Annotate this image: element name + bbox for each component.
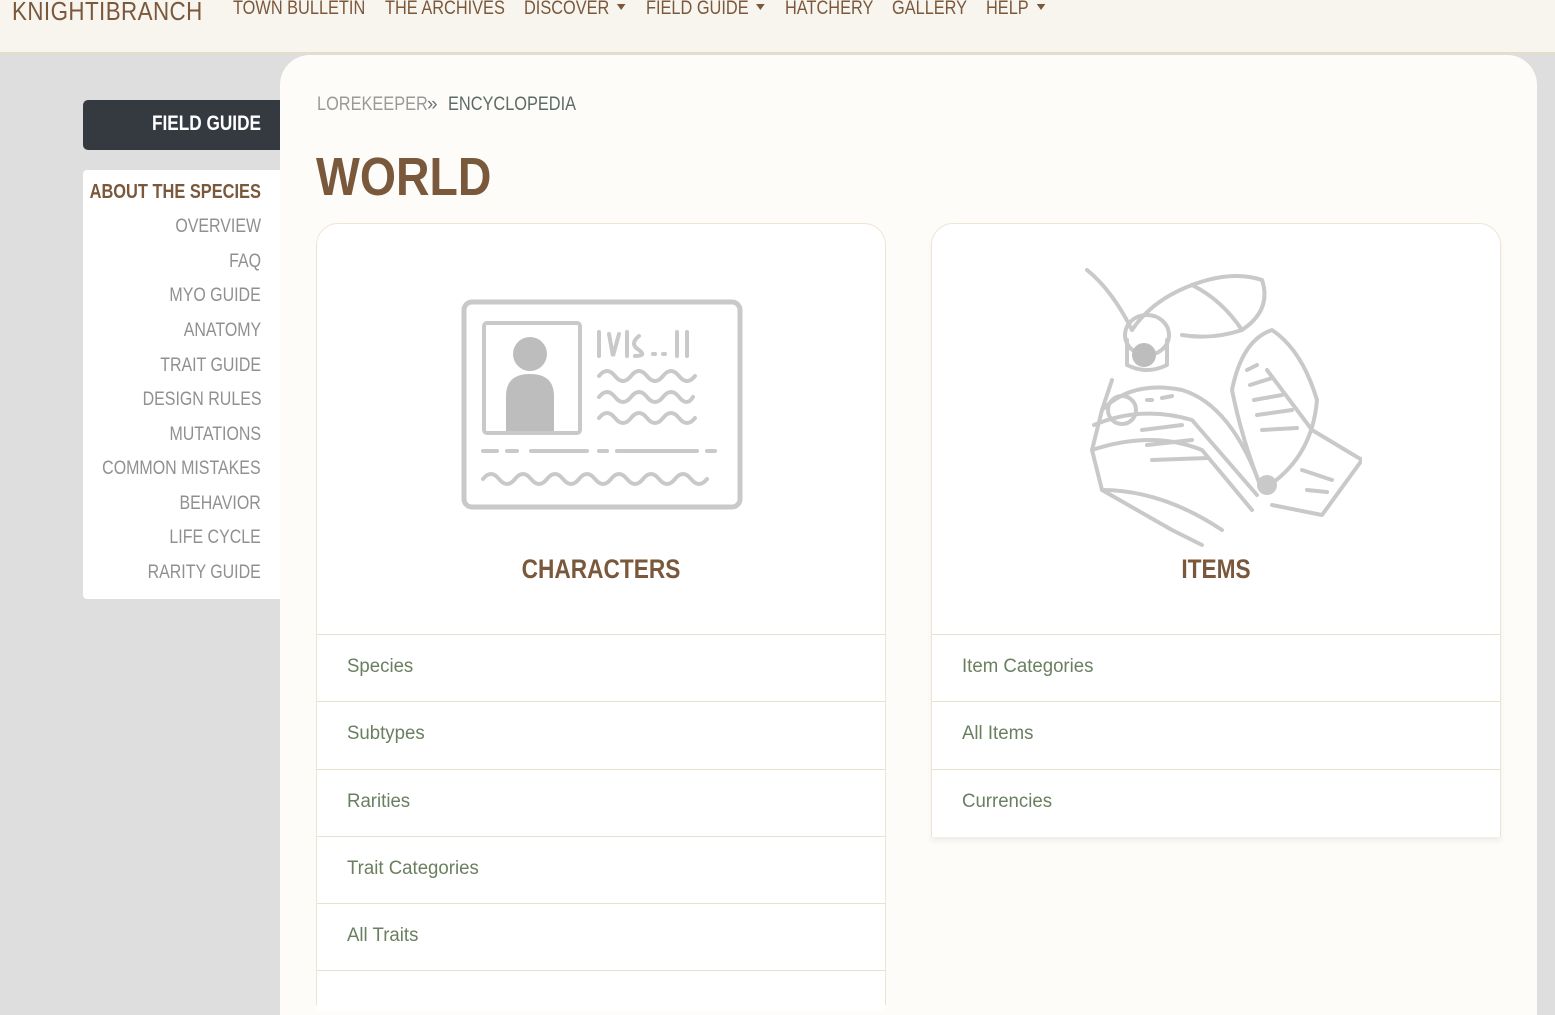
nav-help-dropdown[interactable]: HELP: [986, 0, 1046, 20]
sidebar-heading: FIELD GUIDE: [83, 100, 280, 150]
site-brand[interactable]: KNIGHTIBRANCH: [12, 0, 203, 27]
nav-town-bulletin[interactable]: TOWN BULLETIN: [233, 0, 365, 20]
sidebar-item-common-mistakes[interactable]: COMMON MISTAKES: [103, 458, 261, 480]
book-quill-icon: [1085, 268, 1362, 547]
sidebar-item-myo-guide[interactable]: MYO GUIDE: [170, 285, 261, 307]
breadcrumb-root-link[interactable]: LOREKEEPER: [317, 94, 428, 116]
sidebar-subheading: ABOUT THE SPECIES: [89, 181, 261, 203]
list-item-label: Item Categories: [962, 656, 1094, 677]
items-card-title: ITEMS: [1181, 554, 1251, 584]
sidebar-item-design-rules[interactable]: DESIGN RULES: [142, 389, 261, 411]
chevron-down-icon: [617, 4, 626, 10]
sidebar-item-behavior[interactable]: BEHAVIOR: [180, 493, 261, 515]
chevron-down-icon: [1036, 4, 1046, 10]
nav-hatchery[interactable]: HATCHERY: [785, 0, 873, 20]
list-item-label: Rarities: [347, 791, 411, 812]
sidebar-heading-label: FIELD GUIDE: [151, 112, 261, 135]
page-title: WORLD: [316, 147, 492, 207]
nav-the-archives[interactable]: THE ARCHIVES: [385, 0, 505, 20]
characters-card: CHARACTERS Species Subtypes Rarities Tra…: [316, 223, 886, 1011]
list-item-label: Trait Categories: [347, 858, 479, 879]
list-item-item-categories[interactable]: Item Categories: [932, 634, 1500, 702]
top-navbar: KNIGHTIBRANCH TOWN BULLETIN THE ARCHIVES…: [0, 0, 1555, 54]
list-item-species[interactable]: Species: [317, 634, 885, 702]
characters-card-title: CHARACTERS: [521, 554, 681, 584]
nav-discover-dropdown[interactable]: DISCOVER: [524, 0, 626, 20]
list-item-all-traits[interactable]: All Traits: [317, 903, 885, 971]
sidebar-item-anatomy[interactable]: ANATOMY: [184, 320, 261, 342]
list-item-rarities[interactable]: Rarities: [317, 769, 885, 837]
sidebar-item-rarity-guide[interactable]: RARITY GUIDE: [148, 562, 261, 584]
breadcrumb-separator: »: [427, 94, 438, 115]
list-item-label: All Traits: [347, 925, 419, 946]
sidebar-nav: ABOUT THE SPECIES OVERVIEW FAQ MYO GUIDE…: [83, 170, 280, 599]
list-item-currencies[interactable]: Currencies: [932, 769, 1500, 837]
list-item-label: Currencies: [962, 791, 1053, 812]
list-item-subtypes[interactable]: Subtypes: [317, 701, 885, 769]
items-card: ITEMS Item Categories All Items Currenci…: [931, 223, 1501, 837]
sidebar-item-life-cycle[interactable]: LIFE CYCLE: [170, 527, 261, 549]
list-item-label: Subtypes: [347, 723, 425, 744]
chevron-down-icon: [756, 4, 765, 10]
list-item-all-items[interactable]: All Items: [932, 701, 1500, 769]
id-card-icon: [461, 299, 743, 510]
nav-gallery[interactable]: GALLERY: [892, 0, 967, 20]
sidebar-item-overview[interactable]: OVERVIEW: [175, 216, 261, 238]
nav-field-guide-dropdown[interactable]: FIELD GUIDE: [646, 0, 765, 20]
list-item-label: Species: [347, 656, 414, 677]
list-item-label: All Items: [962, 723, 1034, 744]
breadcrumb-current: ENCYCLOPEDIA: [448, 94, 577, 115]
sidebar-item-faq[interactable]: FAQ: [229, 251, 261, 273]
sidebar-item-mutations[interactable]: MUTATIONS: [169, 424, 261, 446]
list-item-trait-categories[interactable]: Trait Categories: [317, 836, 885, 904]
sidebar-item-trait-guide[interactable]: TRAIT GUIDE: [160, 355, 261, 377]
